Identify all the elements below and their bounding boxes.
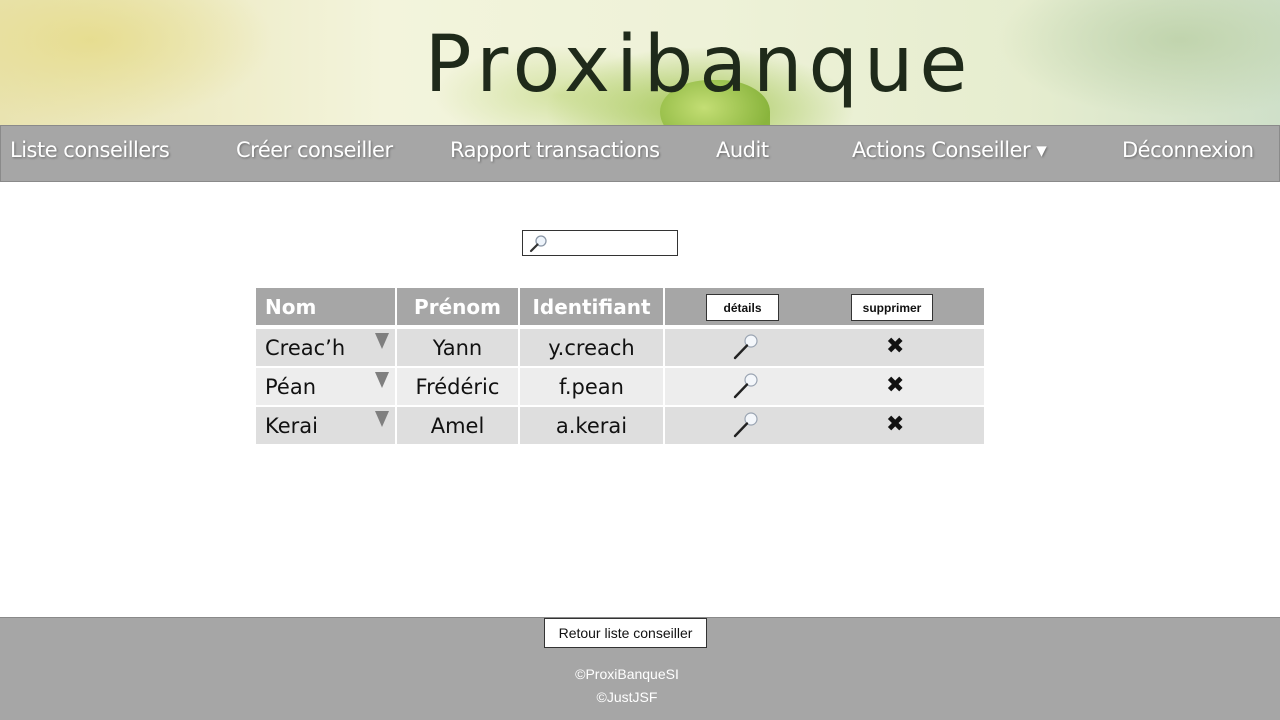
cell-actions: ✖ <box>665 407 984 444</box>
cell-prenom: Yann <box>397 329 518 366</box>
nom-value: Kerai <box>265 413 318 438</box>
column-header-prenom: Prénom <box>397 288 518 325</box>
search-box[interactable] <box>522 230 678 256</box>
cell-identifiant: f.pean <box>520 368 663 405</box>
copyright-proxibanquesi: ©ProxiBanqueSI <box>575 666 679 682</box>
table-row: Péan Frédéric f.pean ✖ <box>256 368 984 405</box>
cell-prenom: Frédéric <box>397 368 518 405</box>
delete-icon[interactable]: ✖ <box>886 335 904 359</box>
nav-item-actions-conseiller[interactable]: Actions Conseiller ▾ <box>852 138 1047 162</box>
table-row: Kerai Amel a.kerai ✖ <box>256 407 984 444</box>
dropdown-arrow-icon[interactable] <box>375 333 389 349</box>
delete-icon[interactable]: ✖ <box>886 374 904 398</box>
nav-item-creer-conseiller[interactable]: Créer conseiller <box>236 138 393 162</box>
nav-item-audit[interactable]: Audit <box>716 138 769 162</box>
magnifier-icon[interactable] <box>732 372 760 400</box>
dropdown-arrow-icon[interactable] <box>375 372 389 388</box>
table-header: Nom Prénom Identifiant détails supprimer <box>256 288 984 325</box>
nom-value: Creac’h <box>265 335 346 360</box>
column-header-actions: détails supprimer <box>665 288 984 325</box>
nom-value: Péan <box>265 374 317 399</box>
details-button[interactable]: détails <box>706 294 779 321</box>
magnifier-icon[interactable] <box>732 333 760 361</box>
footer: Retour liste conseiller ©ProxiBanqueSI ©… <box>0 617 1280 720</box>
magnifier-icon[interactable] <box>732 411 760 439</box>
back-to-list-button[interactable]: Retour liste conseiller <box>544 618 707 648</box>
table-row: Creac’h Yann y.creach ✖ <box>256 329 984 366</box>
cell-actions: ✖ <box>665 329 984 366</box>
cell-nom: Creac’h <box>256 329 395 366</box>
dropdown-arrow-icon[interactable] <box>375 411 389 427</box>
cell-identifiant: y.creach <box>520 329 663 366</box>
header-banner: Proxibanque <box>0 0 1280 125</box>
nav-item-rapport-transactions[interactable]: Rapport transactions <box>450 138 660 162</box>
copyright-justjsf: ©JustJSF <box>596 689 658 705</box>
delete-icon[interactable]: ✖ <box>886 413 904 437</box>
cell-actions: ✖ <box>665 368 984 405</box>
main-nav: Liste conseillers Créer conseiller Rappo… <box>0 125 1280 182</box>
cell-prenom: Amel <box>397 407 518 444</box>
search-icon <box>529 235 547 253</box>
cell-nom: Péan <box>256 368 395 405</box>
cell-nom: Kerai <box>256 407 395 444</box>
search-input[interactable] <box>551 233 675 253</box>
nav-item-deconnexion[interactable]: Déconnexion <box>1122 138 1254 162</box>
logo: Proxibanque <box>424 20 974 110</box>
delete-button[interactable]: supprimer <box>851 294 933 321</box>
nav-item-liste-conseillers[interactable]: Liste conseillers <box>10 138 170 162</box>
column-header-nom: Nom <box>256 288 395 325</box>
column-header-identifiant: Identifiant <box>520 288 663 325</box>
cell-identifiant: a.kerai <box>520 407 663 444</box>
